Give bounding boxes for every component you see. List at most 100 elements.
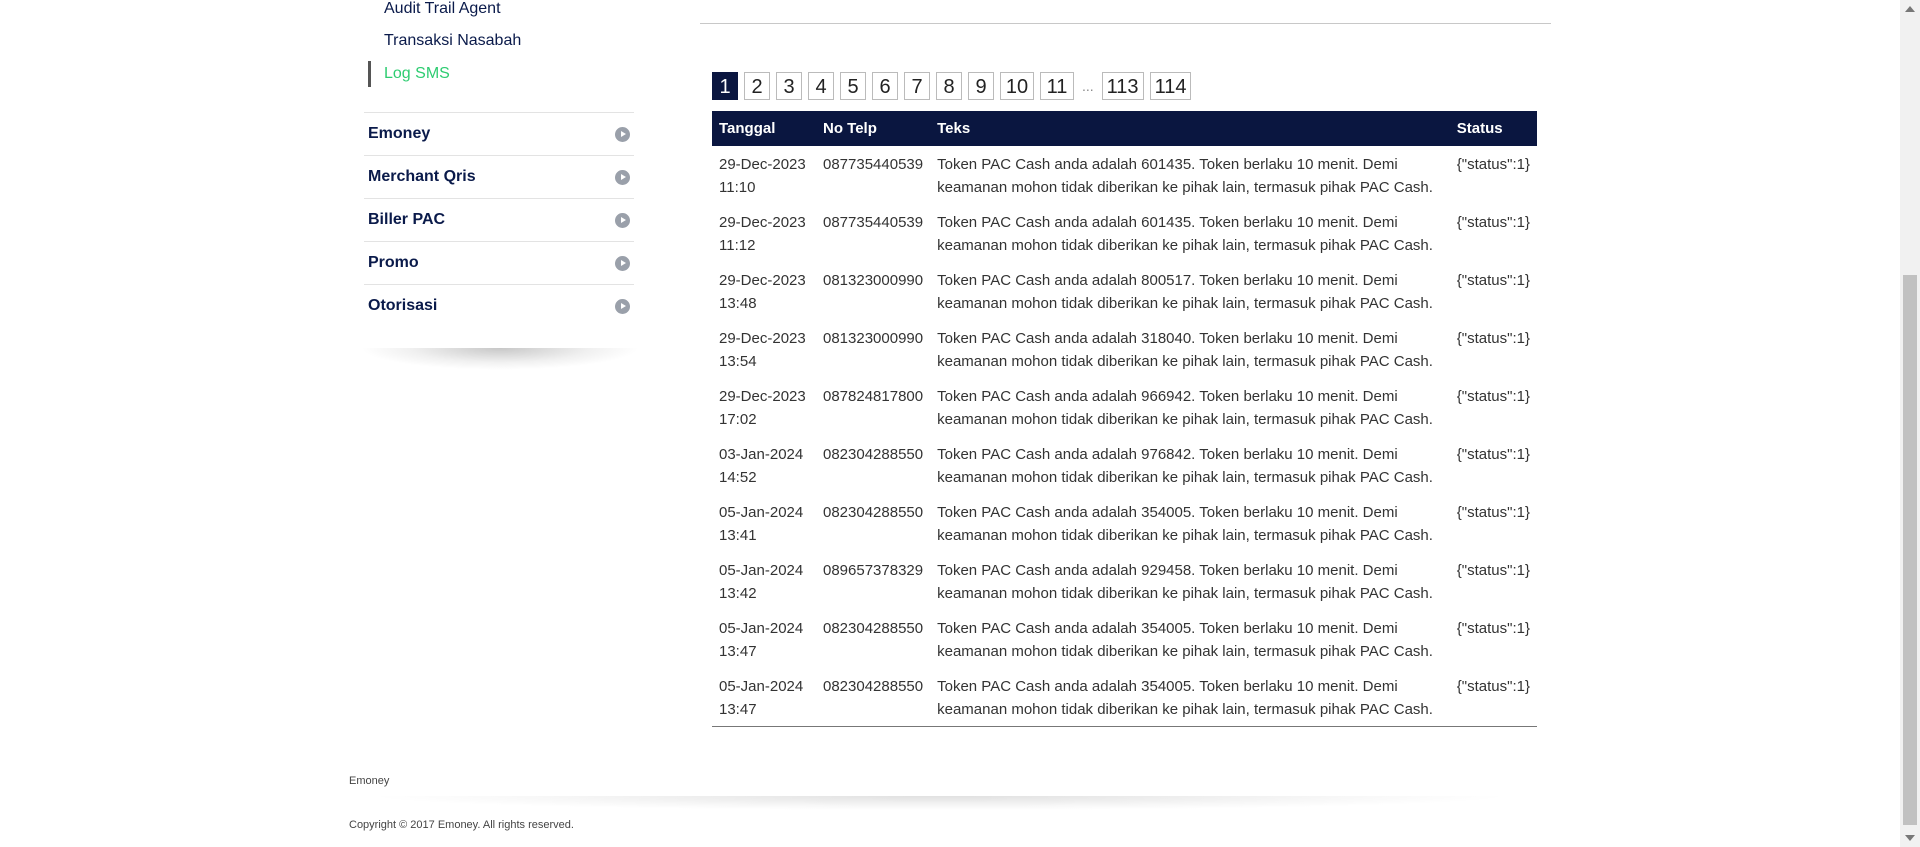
table-row: 29-Dec-2023 13:54 081323000990 Token PAC…	[712, 320, 1537, 378]
cell-tanggal: 05-Jan-2024 13:42	[719, 562, 804, 602]
page-link-4[interactable]: 4	[808, 72, 834, 100]
scrollbar-thumb[interactable]	[1903, 275, 1917, 825]
chevron-right-icon	[615, 299, 630, 314]
table-row: 05-Jan-2024 13:41 082304288550 Token PAC…	[712, 494, 1537, 552]
cell-no-telp: 087735440539	[823, 156, 924, 173]
table-row: 05-Jan-2024 13:47 082304288550 Token PAC…	[712, 610, 1537, 668]
page-link-11[interactable]: 11	[1040, 72, 1074, 100]
page-link-6[interactable]: 6	[872, 72, 898, 100]
cell-tanggal: 29-Dec-2023 13:48	[719, 272, 806, 312]
footer-shadow	[380, 796, 1500, 810]
table-row: 29-Dec-2023 11:12 087735440539 Token PAC…	[712, 204, 1537, 262]
table-row: 05-Jan-2024 13:42 089657378329 Token PAC…	[712, 552, 1537, 610]
cell-status: {"status":1}	[1456, 388, 1530, 405]
sidebar-item-label: Biller PAC	[368, 211, 446, 228]
active-indicator	[368, 61, 371, 87]
scroll-down-icon[interactable]	[1905, 835, 1915, 841]
cell-no-telp: 081323000990	[823, 272, 924, 289]
cell-status: {"status":1}	[1456, 330, 1530, 347]
copyright-text: Copyright © 2017 Emoney. All rights rese…	[349, 819, 574, 831]
cell-no-telp: 082304288550	[823, 446, 924, 463]
cell-tanggal: 29-Dec-2023 11:10	[719, 156, 806, 196]
sidebar-item-otorisasi[interactable]: Otorisasi	[364, 284, 634, 327]
page-link-113[interactable]: 113	[1101, 72, 1144, 100]
cell-teks: Token PAC Cash anda adalah 318040. Token…	[937, 330, 1433, 370]
cell-status: {"status":1}	[1449, 668, 1537, 727]
chevron-right-icon	[615, 170, 630, 185]
table-row: 29-Dec-2023 11:10 087735440539 Token PAC…	[712, 146, 1537, 204]
table-row: 29-Dec-2023 13:48 081323000990 Token PAC…	[712, 262, 1537, 320]
page-link-1[interactable]: 1	[712, 72, 738, 100]
table-row: 03-Jan-2024 14:52 082304288550 Token PAC…	[712, 436, 1537, 494]
cell-status: {"status":1}	[1456, 214, 1530, 231]
vertical-scrollbar[interactable]	[1900, 0, 1920, 847]
cell-status: {"status":1}	[1456, 620, 1530, 637]
cell-status: {"status":1}	[1456, 504, 1530, 521]
sidebar-subitem-transaksi-nasabah[interactable]: Transaksi Nasabah	[384, 32, 521, 50]
table-row: 05-Jan-2024 13:47 082304288550 Token PAC…	[712, 668, 1537, 727]
cell-no-telp: 087824817800	[823, 388, 924, 405]
cell-tanggal: 03-Jan-2024 14:52	[719, 446, 804, 486]
chevron-right-icon	[615, 127, 630, 142]
cell-tanggal: 29-Dec-2023 13:54	[719, 330, 806, 370]
cell-no-telp: 081323000990	[823, 330, 924, 347]
pagination-ellipsis: ...	[1082, 78, 1094, 94]
page-link-2[interactable]: 2	[744, 72, 770, 100]
cell-no-telp: 082304288550	[823, 504, 924, 521]
column-header-no-telp: No Telp	[816, 111, 931, 146]
table-row: 29-Dec-2023 17:02 087824817800 Token PAC…	[712, 378, 1537, 436]
sidebar-menu: Emoney Merchant Qris Biller PAC Promo Ot…	[364, 112, 634, 327]
cell-no-telp: 082304288550	[823, 620, 924, 637]
pagination: 1 2 3 4 5 6 7 8 9 10 11 ... 113 114	[712, 72, 1192, 100]
cell-teks: Token PAC Cash anda adalah 354005. Token…	[930, 668, 1450, 727]
chevron-right-icon	[615, 213, 630, 228]
cell-teks: Token PAC Cash anda adalah 354005. Token…	[937, 504, 1433, 544]
cell-no-telp: 089657378329	[823, 562, 924, 579]
cell-tanggal: 05-Jan-2024 13:41	[719, 504, 804, 544]
page-link-7[interactable]: 7	[904, 72, 930, 100]
sms-log-table: Tanggal No Telp Teks Status 29-Dec-2023 …	[712, 111, 1537, 727]
column-header-teks: Teks	[930, 111, 1450, 146]
cell-tanggal: 29-Dec-2023 11:12	[719, 214, 806, 254]
cell-no-telp: 087735440539	[823, 214, 924, 231]
cell-tanggal: 29-Dec-2023 17:02	[719, 388, 806, 428]
column-header-status: Status	[1449, 111, 1537, 146]
cell-status: {"status":1}	[1456, 156, 1530, 173]
footer-brand: Emoney	[349, 775, 390, 787]
page-link-10[interactable]: 10	[1000, 72, 1034, 100]
sidebar-shadow	[360, 348, 640, 370]
cell-teks: Token PAC Cash anda adalah 601435. Token…	[937, 156, 1433, 196]
page-link-5[interactable]: 5	[840, 72, 866, 100]
page-link-114[interactable]: 114	[1149, 72, 1192, 100]
scroll-up-icon[interactable]	[1905, 6, 1915, 12]
sidebar-item-merchant-qris[interactable]: Merchant Qris	[364, 155, 634, 198]
sidebar-item-label: Merchant Qris	[368, 168, 476, 185]
sidebar-item-label: Otorisasi	[368, 297, 438, 314]
sidebar-item-emoney[interactable]: Emoney	[364, 112, 634, 155]
cell-status: {"status":1}	[1456, 562, 1530, 579]
cell-teks: Token PAC Cash anda adalah 976842. Token…	[937, 446, 1433, 486]
sidebar-item-label: Promo	[368, 254, 419, 271]
page-link-8[interactable]: 8	[936, 72, 962, 100]
cell-teks: Token PAC Cash anda adalah 354005. Token…	[937, 620, 1433, 660]
cell-teks: Token PAC Cash anda adalah 800517. Token…	[937, 272, 1433, 312]
sidebar-item-promo[interactable]: Promo	[364, 241, 634, 284]
page-link-3[interactable]: 3	[776, 72, 802, 100]
divider	[700, 23, 1551, 24]
sidebar-item-label: Emoney	[368, 125, 431, 142]
cell-no-telp: 082304288550	[816, 668, 931, 727]
chevron-right-icon	[615, 256, 630, 271]
sidebar-subitem-audit-trail-agent[interactable]: Audit Trail Agent	[384, 0, 501, 18]
table-header-row: Tanggal No Telp Teks Status	[712, 111, 1537, 146]
cell-teks: Token PAC Cash anda adalah 966942. Token…	[937, 388, 1433, 428]
cell-status: {"status":1}	[1456, 272, 1530, 289]
page-link-9[interactable]: 9	[968, 72, 994, 100]
cell-tanggal: 05-Jan-2024 13:47	[719, 620, 804, 660]
cell-teks: Token PAC Cash anda adalah 601435. Token…	[937, 214, 1433, 254]
sidebar-subitem-log-sms[interactable]: Log SMS	[384, 65, 450, 83]
cell-teks: Token PAC Cash anda adalah 929458. Token…	[937, 562, 1433, 602]
cell-tanggal: 05-Jan-2024 13:47	[712, 668, 816, 727]
sidebar-item-biller-pac[interactable]: Biller PAC	[364, 198, 634, 241]
cell-status: {"status":1}	[1456, 446, 1530, 463]
column-header-tanggal: Tanggal	[712, 111, 816, 146]
